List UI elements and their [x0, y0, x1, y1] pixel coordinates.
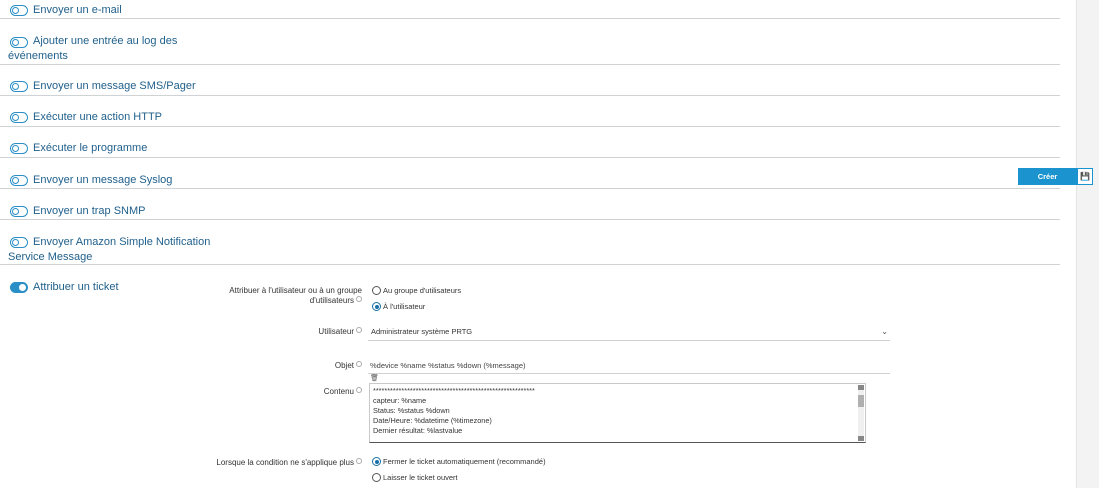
- content-textarea[interactable]: ****************************************…: [369, 383, 866, 443]
- toggle-program[interactable]: [10, 143, 28, 154]
- action-label-eventlog: Ajouter une entrée au log des événements: [8, 35, 178, 62]
- save-icon[interactable]: 💾: [1077, 168, 1093, 185]
- radio-leave-open[interactable]: [372, 473, 381, 482]
- toggle-http[interactable]: [10, 112, 28, 123]
- action-row-email: Envoyer un e-mail: [0, 0, 1060, 19]
- toggle-email[interactable]: [10, 5, 28, 16]
- content-line: ****************************************…: [373, 386, 535, 395]
- create-button[interactable]: Créer: [1018, 168, 1077, 185]
- radio-close-ticket[interactable]: [372, 457, 381, 466]
- radio-close-ticket-label: Fermer le ticket automatiquement (recomm…: [383, 457, 546, 466]
- user-label: Utilisateur: [260, 327, 362, 337]
- scroll-down-arrow[interactable]: [858, 436, 864, 441]
- chevron-down-icon: ⌄: [881, 327, 888, 336]
- action-row-http: Exécuter une action HTTP: [0, 96, 1060, 127]
- toggle-sms[interactable]: [10, 81, 28, 92]
- scroll-up-arrow[interactable]: [858, 385, 864, 390]
- content-label: Contenu: [260, 387, 362, 397]
- subject-label: Objet: [260, 361, 362, 371]
- notification-template-panel: Envoyer un e-mail Ajouter une entrée au …: [0, 0, 1076, 488]
- action-row-amazon-sns: Envoyer Amazon Simple Notification Servi…: [0, 220, 1060, 265]
- action-row-snmp: Envoyer un trap SNMP: [0, 189, 1060, 220]
- user-select-value: Administrateur système PRTG: [371, 327, 473, 336]
- action-label-sms: Envoyer un message SMS/Pager: [33, 80, 196, 92]
- action-row-syslog: Envoyer un message Syslog: [0, 158, 1060, 189]
- toggle-snmp[interactable]: [10, 206, 28, 217]
- radio-leave-open-label: Laisser le ticket ouvert: [383, 473, 458, 482]
- action-row-eventlog: Ajouter une entrée au log des événements: [0, 19, 1060, 65]
- radio-user-group[interactable]: [372, 286, 381, 295]
- textarea-scrollbar[interactable]: [858, 385, 864, 441]
- action-label-http: Exécuter une action HTTP: [33, 111, 163, 123]
- radio-user-group-label: Au groupe d'utilisateurs: [383, 286, 462, 295]
- right-panel: [1076, 0, 1099, 488]
- info-icon[interactable]: [356, 361, 362, 367]
- condition-label: Lorsque la condition ne s'applique plus: [190, 458, 362, 468]
- action-label-snmp: Envoyer un trap SNMP: [33, 205, 146, 217]
- info-icon[interactable]: [356, 458, 362, 464]
- content-line: Date/Heure: %datetime (%timezone): [373, 416, 492, 425]
- radio-user-label: À l'utilisateur: [383, 302, 426, 311]
- radio-user[interactable]: [372, 302, 381, 311]
- assign-label: Attribuer à l'utilisateur ou à un groupe…: [229, 286, 362, 305]
- action-label-program: Exécuter le programme: [33, 142, 148, 154]
- action-label-ticket: Attribuer un ticket: [33, 281, 119, 293]
- content-line: Status: %status %down: [373, 406, 450, 415]
- scrollbar-thumb[interactable]: [858, 395, 864, 407]
- action-label-email: Envoyer un e-mail: [33, 4, 122, 16]
- content-line: Dernier résultat: %lastvalue: [373, 426, 463, 435]
- toggle-ticket[interactable]: [10, 282, 28, 293]
- action-row-sms: Envoyer un message SMS/Pager: [0, 65, 1060, 96]
- info-icon[interactable]: [356, 327, 362, 333]
- action-row-program: Exécuter le programme: [0, 127, 1060, 158]
- subject-input[interactable]: %device %name %status %down (%message): [368, 358, 890, 374]
- content-line: capteur: %name: [373, 396, 427, 405]
- user-select[interactable]: Administrateur système PRTG ⌄: [368, 324, 890, 341]
- toggle-syslog[interactable]: [10, 175, 28, 186]
- action-label-amazon-sns: Envoyer Amazon Simple Notification Servi…: [8, 236, 211, 263]
- trash-icon[interactable]: 🗑: [370, 374, 379, 382]
- info-icon[interactable]: [356, 387, 362, 393]
- action-label-syslog: Envoyer un message Syslog: [33, 174, 173, 186]
- info-icon[interactable]: [356, 296, 362, 302]
